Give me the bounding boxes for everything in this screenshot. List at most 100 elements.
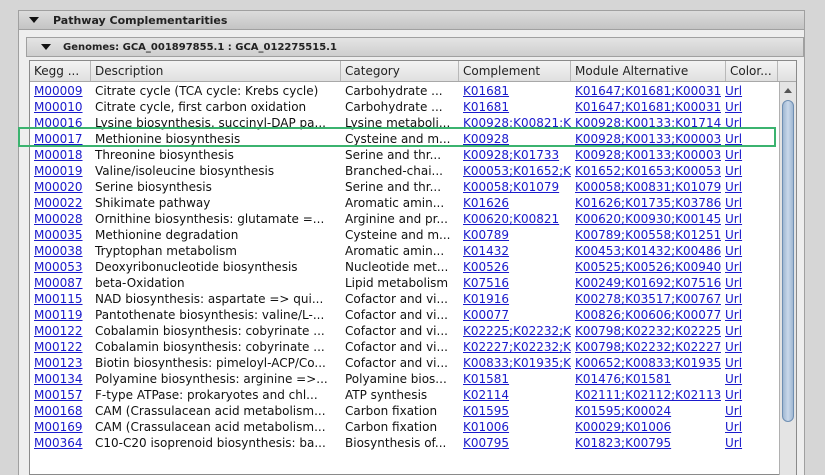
cell-color-url[interactable]: Url: [721, 259, 781, 275]
cell-complement[interactable]: K00789: [459, 227, 571, 243]
table-row[interactable]: M00009 Citrate cycle (TCA cycle: Krebs cy…: [30, 83, 778, 99]
cell-module-alternative[interactable]: K01652;K01653;K00053: [571, 163, 721, 179]
module-alternative-link[interactable]: K01652;K01653;K00053: [575, 164, 721, 178]
module-alternative-link[interactable]: K00058;K00831;K01079: [575, 180, 721, 194]
cell-complement[interactable]: K00620;K00821: [459, 211, 571, 227]
cell-module-alternative[interactable]: K00525;K00526;K00940: [571, 259, 721, 275]
column-header-category[interactable]: Category: [341, 61, 459, 81]
cell-module-alternative[interactable]: K00652;K00833;K01935: [571, 355, 721, 371]
complement-link[interactable]: K02225;K02232;K: [463, 324, 571, 338]
module-alternative-link[interactable]: K01595;K00024: [575, 404, 671, 418]
cell-complement[interactable]: K02227;K02232;K: [459, 339, 571, 355]
cell-kegg-id[interactable]: M00019: [30, 163, 91, 179]
cell-module-alternative[interactable]: K00798;K02232;K02225: [571, 323, 721, 339]
cell-module-alternative[interactable]: K00029;K01006: [571, 419, 721, 435]
cell-color-url[interactable]: Url: [721, 387, 781, 403]
cell-kegg-id[interactable]: M00169: [30, 419, 91, 435]
cell-kegg-id[interactable]: M00157: [30, 387, 91, 403]
module-alternative-link[interactable]: K00928;K00133;K00003: [575, 148, 721, 162]
cell-module-alternative[interactable]: K00249;K01692;K07516: [571, 275, 721, 291]
kegg-id-link[interactable]: M00017: [34, 132, 83, 146]
color-url-link[interactable]: Url: [725, 212, 742, 226]
color-url-link[interactable]: Url: [725, 164, 742, 178]
color-url-link[interactable]: Url: [725, 228, 742, 242]
cell-kegg-id[interactable]: M00119: [30, 307, 91, 323]
color-url-link[interactable]: Url: [725, 100, 742, 114]
cell-kegg-id[interactable]: M00017: [30, 131, 91, 147]
cell-color-url[interactable]: Url: [721, 371, 781, 387]
table-row[interactable]: M00122 Cobalamin biosynthesis: cobyrinate…: [30, 339, 778, 355]
table-row[interactable]: M00053 Deoxyribonucleotide biosynthesis Nu…: [30, 259, 778, 275]
kegg-id-link[interactable]: M00035: [34, 228, 83, 242]
cell-complement[interactable]: K00795: [459, 435, 571, 451]
cell-complement[interactable]: K00053;K01652;K: [459, 163, 571, 179]
complement-link[interactable]: K00928;K00821;K: [463, 116, 571, 130]
table-row[interactable]: M00018 Threonine biosynthesis Serine and t…: [30, 147, 778, 163]
cell-color-url[interactable]: Url: [721, 419, 781, 435]
module-alternative-link[interactable]: K00525;K00526;K00940: [575, 260, 721, 274]
cell-module-alternative[interactable]: K01595;K00024: [571, 403, 721, 419]
table-row[interactable]: M00119 Pantothenate biosynthesis: valine/…: [30, 307, 778, 323]
table-row[interactable]: M00035 Methionine degradation Cysteine and…: [30, 227, 778, 243]
complement-link[interactable]: K00620;K00821: [463, 212, 559, 226]
kegg-id-link[interactable]: M00028: [34, 212, 83, 226]
cell-kegg-id[interactable]: M00122: [30, 339, 91, 355]
cell-complement[interactable]: K07516: [459, 275, 571, 291]
kegg-id-link[interactable]: M00122: [34, 324, 83, 338]
cell-module-alternative[interactable]: K01476;K01581: [571, 371, 721, 387]
cell-kegg-id[interactable]: M00009: [30, 83, 91, 99]
kegg-id-link[interactable]: M00018: [34, 148, 83, 162]
complement-link[interactable]: K00526: [463, 260, 509, 274]
complement-link[interactable]: K01681: [463, 84, 509, 98]
cell-complement[interactable]: K00526: [459, 259, 571, 275]
color-url-link[interactable]: Url: [725, 388, 742, 402]
cell-kegg-id[interactable]: M00122: [30, 323, 91, 339]
complement-link[interactable]: K01432: [463, 244, 509, 258]
color-url-link[interactable]: Url: [725, 132, 742, 146]
cell-kegg-id[interactable]: M00134: [30, 371, 91, 387]
complement-link[interactable]: K01916: [463, 292, 509, 306]
cell-complement[interactable]: K00077: [459, 307, 571, 323]
table-row[interactable]: M00364 C10-C20 isoprenoid biosynthesis: b…: [30, 435, 778, 451]
cell-module-alternative[interactable]: K00058;K00831;K01079: [571, 179, 721, 195]
table-row[interactable]: M00020 Serine biosynthesis Serine and thr.…: [30, 179, 778, 195]
column-header-color[interactable]: Color...: [726, 61, 778, 81]
kegg-id-link[interactable]: M00020: [34, 180, 83, 194]
complement-link[interactable]: K00058;K01079: [463, 180, 559, 194]
kegg-id-link[interactable]: M00119: [34, 308, 83, 322]
complement-link[interactable]: K00833;K01935;K: [463, 356, 571, 370]
cell-complement[interactable]: K01595: [459, 403, 571, 419]
cell-kegg-id[interactable]: M00022: [30, 195, 91, 211]
table-row[interactable]: M00010 Citrate cycle, first carbon oxidat…: [30, 99, 778, 115]
color-url-link[interactable]: Url: [725, 340, 742, 354]
kegg-id-link[interactable]: M00087: [34, 276, 83, 290]
cell-color-url[interactable]: Url: [721, 243, 781, 259]
cell-kegg-id[interactable]: M00020: [30, 179, 91, 195]
cell-color-url[interactable]: Url: [721, 291, 781, 307]
color-url-link[interactable]: Url: [725, 324, 742, 338]
scrollbar-thumb[interactable]: [782, 100, 794, 422]
complement-link[interactable]: K00053;K01652;K: [463, 164, 571, 178]
cell-color-url[interactable]: Url: [721, 323, 781, 339]
module-alternative-link[interactable]: K00789;K00558;K01251: [575, 228, 721, 242]
cell-module-alternative[interactable]: K00798;K02232;K02227: [571, 339, 721, 355]
column-header-module-alternative[interactable]: Module Alternative: [571, 61, 726, 81]
cell-complement[interactable]: K01916: [459, 291, 571, 307]
complement-link[interactable]: K00789: [463, 228, 509, 242]
color-url-link[interactable]: Url: [725, 260, 742, 274]
color-url-link[interactable]: Url: [725, 196, 742, 210]
module-alternative-link[interactable]: K00453;K01432;K00486: [575, 244, 721, 258]
color-url-link[interactable]: Url: [725, 404, 742, 418]
module-alternative-link[interactable]: K00278;K03517;K00767: [575, 292, 721, 306]
cell-color-url[interactable]: Url: [721, 131, 781, 147]
cell-complement[interactable]: K01432: [459, 243, 571, 259]
cell-kegg-id[interactable]: M00028: [30, 211, 91, 227]
color-url-link[interactable]: Url: [725, 292, 742, 306]
complement-link[interactable]: K01006: [463, 420, 509, 434]
table-row[interactable]: M00016 Lysine biosynthesis, succinyl-DAP …: [30, 115, 778, 131]
cell-module-alternative[interactable]: K01647;K01681;K00031: [571, 99, 721, 115]
table-row[interactable]: M00087 beta-Oxidation Lipid metabolism K075…: [30, 275, 778, 291]
cell-kegg-id[interactable]: M00168: [30, 403, 91, 419]
cell-complement[interactable]: K00833;K01935;K: [459, 355, 571, 371]
cell-color-url[interactable]: Url: [721, 435, 781, 451]
